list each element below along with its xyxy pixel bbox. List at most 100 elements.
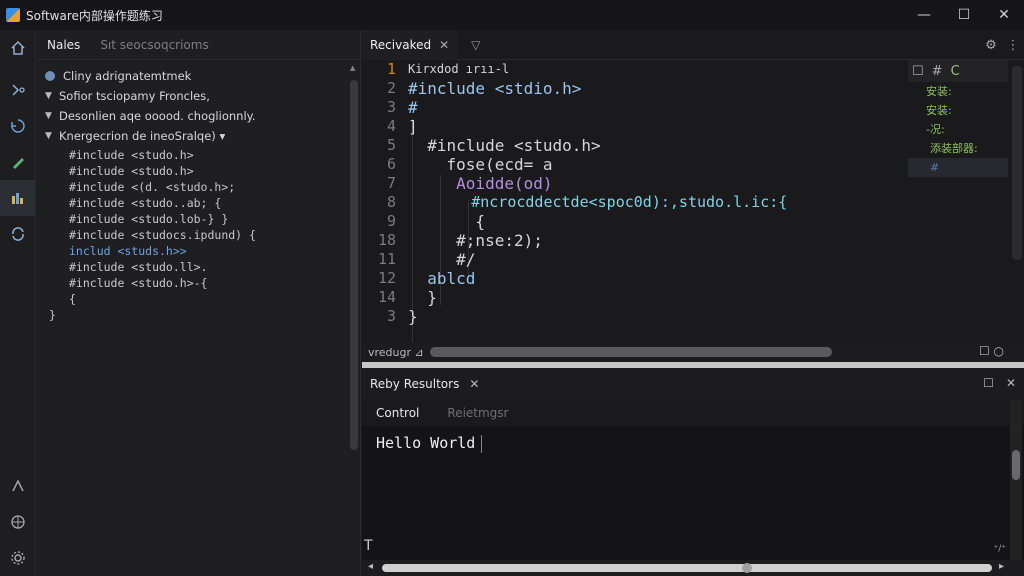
close-panel-icon[interactable]: ✕ xyxy=(1006,376,1016,390)
code-line[interactable]: #include <studo..ab; { xyxy=(69,196,360,212)
code-line[interactable]: #;nse:2); xyxy=(408,231,888,250)
refresh-icon[interactable]: C xyxy=(951,64,960,79)
code-line[interactable]: } xyxy=(408,288,888,307)
code-line[interactable]: fose(ecd= a xyxy=(408,155,888,174)
minimap-toolbar: ☐ # C xyxy=(908,60,1008,82)
code-line[interactable]: } xyxy=(408,307,888,326)
settings-icon[interactable]: ⚙ xyxy=(980,38,1002,53)
line-number-gutter: 1 2 3 4 5 6 7 8 9 18 11 12 14 3 xyxy=(362,60,402,326)
tab-search[interactable]: Sıt seocsoqcrioms xyxy=(90,38,218,52)
scrollbar-thumb[interactable] xyxy=(1012,450,1020,480)
scroll-up-icon[interactable]: ▲ xyxy=(350,64,355,72)
line-number: 7 xyxy=(386,174,396,192)
code-line[interactable]: #include <studo.h> xyxy=(69,148,360,164)
line-number: 6 xyxy=(386,155,396,173)
code-line[interactable]: #include <studo.lob-} } xyxy=(69,212,360,228)
minimap[interactable]: ☐ # C 安装: 安装: -况: 添装部器: # xyxy=(908,60,1008,210)
tree-label: Knergecrion de ineoSralqe) ▾ xyxy=(59,129,226,143)
code-line[interactable]: ablcd xyxy=(408,269,888,288)
layout-icons[interactable]: ☐ ○ xyxy=(979,344,1004,358)
close-button[interactable]: ✕ xyxy=(984,0,1024,30)
editor-status-label: vredugr ⊿ xyxy=(368,345,424,359)
minimap-line: -况: xyxy=(926,123,945,136)
code-line[interactable]: #include <stdio.h> xyxy=(408,79,888,98)
activity-bar xyxy=(0,30,36,576)
close-tab-icon[interactable]: ✕ xyxy=(439,38,449,52)
sidebar-scrollbar[interactable]: ▲ xyxy=(350,64,358,504)
scroll-knob[interactable] xyxy=(742,563,752,573)
code-line[interactable]: Kirxdod ırıı-l xyxy=(408,60,888,79)
window-title: Software内部操作题练习 xyxy=(26,8,163,23)
filter-icon[interactable]: ▽ xyxy=(471,38,480,52)
tree-folder[interactable]: ▼ Sofior tsciopamy Froncles, xyxy=(37,86,360,106)
settings-icon[interactable] xyxy=(0,540,36,576)
editor-tab-label: Recivaked xyxy=(370,37,432,52)
editor-tab-bar: Recivaked ✕ ▽ xyxy=(362,29,1024,60)
code-line[interactable]: #include <studo.ll>. xyxy=(69,260,360,276)
panel-scrollbar[interactable] xyxy=(1010,400,1022,570)
minimize-button[interactable]: — xyxy=(904,0,944,30)
sync-icon[interactable] xyxy=(0,216,36,252)
panel-title[interactable]: Reby Resultors xyxy=(370,377,459,391)
chevron-down-icon: ▼ xyxy=(45,91,52,101)
code-line[interactable]: #include <studo.h> xyxy=(69,164,360,180)
code-line[interactable]: { xyxy=(69,292,360,308)
tree-label: Desonlien aqe ooood. choglionnly. xyxy=(59,109,256,123)
line-number: 14 xyxy=(377,288,396,306)
home-icon[interactable] xyxy=(0,30,36,66)
tree-folder[interactable]: ▼ Knergecrion de ineoSralqe) ▾ xyxy=(37,126,360,146)
split-icon[interactable]: ☐ xyxy=(912,64,924,79)
scroll-track[interactable] xyxy=(382,564,992,572)
text-tool-icon[interactable]: T xyxy=(364,538,373,554)
line-number: 8 xyxy=(386,193,396,211)
tab-control[interactable]: Control xyxy=(362,406,433,420)
line-number: 12 xyxy=(377,269,396,287)
code-area[interactable]: Kirxdod ırıı-l #include <stdio.h> # ] #i… xyxy=(408,60,888,326)
chevron-down-icon: ▼ xyxy=(45,111,52,121)
minimap-line: 添装部器: xyxy=(930,142,978,155)
code-line[interactable]: #include <(d. <studo.h>; xyxy=(69,180,360,196)
maximize-panel-icon[interactable]: ☐ xyxy=(983,376,994,390)
horizontal-scrollbar-thumb[interactable] xyxy=(430,347,832,357)
tree-root[interactable]: Cliny adrignatemtmek xyxy=(37,66,360,86)
code-line[interactable]: ] xyxy=(408,117,888,136)
code-line[interactable]: #include <studocs.ipdund) { xyxy=(69,228,360,244)
app-logo-icon xyxy=(6,8,20,22)
code-line[interactable]: # xyxy=(408,98,888,117)
code-line[interactable]: Aoidde(od) xyxy=(408,174,888,193)
more-icon[interactable]: ⋮ xyxy=(1002,38,1024,53)
close-panel-icon[interactable]: ✕ xyxy=(469,377,479,391)
minimap-line: # xyxy=(908,158,1008,177)
console-output[interactable]: Hello World xyxy=(362,426,1024,461)
line-number: 2 xyxy=(386,79,396,97)
history-icon[interactable] xyxy=(0,108,36,144)
panel-horizontal-scrollbar[interactable]: ◂ ▸ xyxy=(362,560,1024,576)
editor-scrollbar[interactable] xyxy=(1012,66,1022,260)
tab-secondary[interactable]: Reietmgsr xyxy=(433,406,522,420)
code-line[interactable]: #include <studo.h>-{ xyxy=(69,276,360,292)
text-caret xyxy=(481,434,483,453)
code-line[interactable]: includ <studs.h>> xyxy=(69,244,360,260)
editor-tab[interactable]: Recivaked ✕ xyxy=(362,29,458,60)
scrollbar-thumb[interactable] xyxy=(350,80,358,450)
code-line[interactable]: #include <studo.h> xyxy=(408,136,888,155)
pen-icon[interactable] xyxy=(0,144,36,180)
tab-nales[interactable]: Nales xyxy=(37,38,90,52)
code-line[interactable]: #/ xyxy=(408,250,888,269)
hash-icon[interactable]: # xyxy=(932,64,943,79)
globe-icon[interactable] xyxy=(0,504,36,540)
scroll-right-icon[interactable]: ▸ xyxy=(999,561,1004,572)
resize-icon: ⁺/⁺ xyxy=(993,544,1006,554)
maximize-button[interactable]: ☐ xyxy=(944,0,984,30)
git-icon[interactable] xyxy=(0,72,36,108)
panel-header: Reby Resultors ✕ xyxy=(362,368,1024,400)
code-line[interactable]: { xyxy=(408,212,888,231)
share-icon[interactable] xyxy=(0,468,36,504)
scroll-left-icon[interactable]: ◂ xyxy=(368,561,373,572)
code-line[interactable]: #ncrocddectde<spoc0d):,studo.l.ic:{ xyxy=(408,193,888,212)
minimap-line: 安装: xyxy=(926,104,952,117)
tree-label: Sofior tsciopamy Froncles, xyxy=(59,89,210,103)
code-line[interactable]: } xyxy=(49,308,360,324)
tree-folder[interactable]: ▼ Desonlien aqe ooood. choglionnly. xyxy=(37,106,360,126)
extensions-icon[interactable] xyxy=(0,180,36,216)
